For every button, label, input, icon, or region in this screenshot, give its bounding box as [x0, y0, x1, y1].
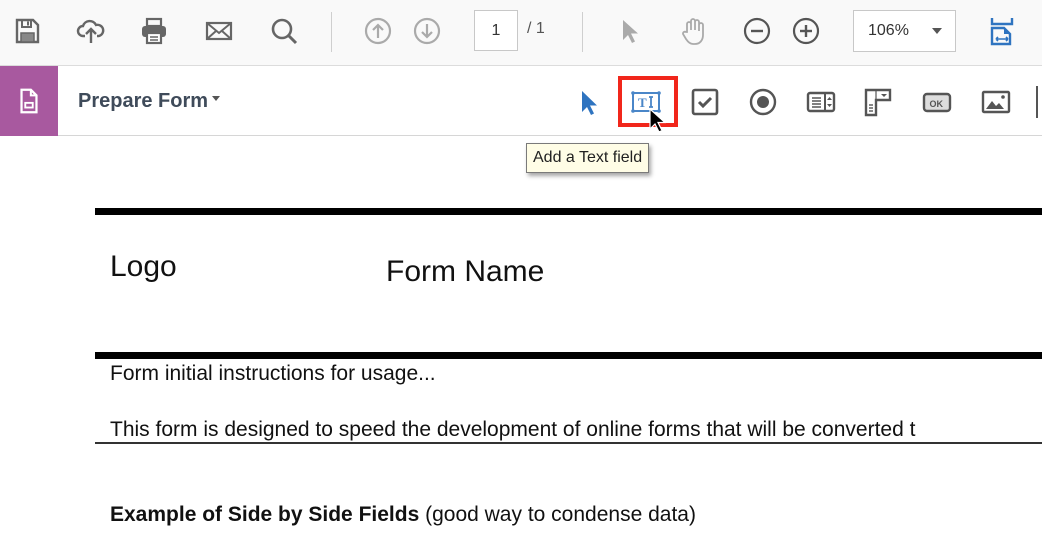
logo-placeholder: Logo — [110, 250, 177, 283]
chevron-down-icon — [932, 28, 942, 34]
radio-button-icon[interactable] — [747, 86, 779, 118]
ok-button-icon[interactable]: OK — [921, 86, 953, 118]
save-icon[interactable] — [10, 14, 44, 48]
header-rule-top — [95, 208, 1042, 215]
fit-width-icon[interactable] — [985, 14, 1019, 48]
search-icon[interactable] — [267, 14, 301, 48]
prepare-form-toolbar: Prepare Form T OK — [0, 66, 1042, 136]
print-icon[interactable] — [137, 14, 171, 48]
partial-tool-icon[interactable] — [1036, 86, 1042, 118]
description-text: This form is designed to speed the devel… — [110, 418, 916, 441]
ok-button-label: OK — [930, 99, 944, 109]
dropdown-icon[interactable] — [862, 86, 894, 118]
page-down-icon[interactable] — [410, 14, 444, 48]
prepare-form-badge — [0, 66, 58, 136]
tool-title: Prepare Form — [78, 90, 209, 112]
header-rule-bottom — [95, 352, 1042, 359]
section-heading: Example of Side by Side Fields (good way… — [110, 503, 696, 527]
list-box-icon[interactable] — [805, 86, 837, 118]
chevron-down-icon — [212, 96, 221, 102]
zoom-out-icon[interactable] — [740, 14, 774, 48]
form-name-heading: Form Name — [386, 255, 545, 288]
checkbox-icon[interactable] — [689, 86, 721, 118]
zoom-level-value: 106% — [868, 22, 909, 39]
page-number-input[interactable]: 1 — [474, 10, 518, 51]
page-up-icon[interactable] — [361, 14, 395, 48]
section-rule — [95, 442, 1042, 444]
svg-text:T: T — [638, 95, 647, 110]
email-icon[interactable] — [202, 14, 236, 48]
main-toolbar: 1 / 1 106% — [0, 0, 1042, 66]
select-pointer-icon[interactable] — [612, 14, 646, 48]
zoom-in-icon[interactable] — [789, 14, 823, 48]
page-total-label: / 1 — [527, 20, 545, 37]
section-heading-bold: Example of Side by Side Fields — [110, 503, 420, 526]
form-document-icon — [20, 88, 38, 114]
mouse-cursor-icon — [649, 108, 666, 133]
upload-cloud-icon[interactable] — [74, 14, 108, 48]
instructions-text: Form initial instructions for usage... — [110, 362, 436, 385]
pointer-icon[interactable] — [572, 86, 604, 118]
section-heading-note: (good way to condense data) — [419, 503, 696, 526]
tool-title-dropdown[interactable]: Prepare Form — [78, 90, 221, 113]
zoom-level-dropdown[interactable]: 106% — [853, 10, 956, 52]
hand-tool-icon[interactable] — [676, 14, 710, 48]
tooltip-add-text-field: Add a Text field — [526, 143, 650, 173]
image-icon[interactable] — [980, 86, 1012, 118]
toolbar-divider — [582, 12, 583, 52]
toolbar-divider — [331, 12, 332, 52]
